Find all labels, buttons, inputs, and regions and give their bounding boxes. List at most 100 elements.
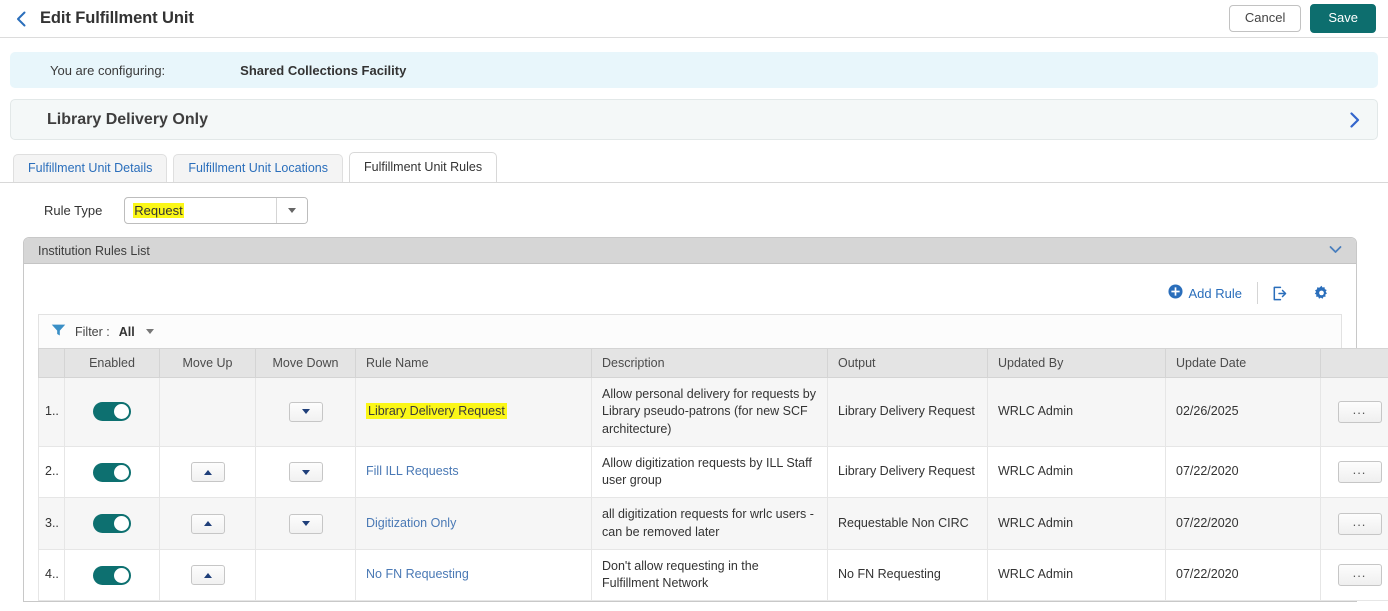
move-up-button[interactable] (191, 514, 225, 534)
row-enabled-cell (65, 498, 160, 550)
table-row[interactable]: 1.. Library Delivery Request Allow perso… (39, 378, 1388, 447)
toggle-knob (114, 465, 129, 480)
add-rule-label: Add Rule (1189, 286, 1242, 301)
row-description: Don't allow requesting in the Fulfillmen… (592, 549, 828, 601)
row-output: Requestable Non CIRC (828, 498, 988, 550)
row-index: 2.. (39, 446, 65, 498)
row-output: No FN Requesting (828, 549, 988, 601)
row-actions-button[interactable]: ... (1338, 513, 1382, 535)
top-bar-actions: Cancel Save (1229, 4, 1376, 34)
enabled-toggle[interactable] (93, 402, 131, 421)
rules-panel-wrap: Institution Rules List (0, 224, 1388, 602)
table-row[interactable]: 2.. Fill ILL Requests All (39, 446, 1388, 498)
row-actions-cell: ... (1321, 498, 1388, 550)
rule-type-label: Rule Type (44, 203, 102, 218)
rule-name-link[interactable]: No FN Requesting (366, 567, 469, 581)
row-rule-name-cell: Library Delivery Request (356, 378, 592, 447)
chevron-left-icon[interactable] (8, 6, 34, 32)
config-banner-value: Shared Collections Facility (240, 63, 406, 78)
toggle-knob (114, 516, 129, 531)
move-up-button[interactable] (191, 462, 225, 482)
column-header-index (39, 349, 65, 378)
enabled-toggle[interactable] (93, 566, 131, 585)
row-actions-button[interactable]: ... (1338, 564, 1382, 586)
rules-toolbar: Add Rule (38, 274, 1342, 312)
triangle-down-icon (302, 409, 310, 414)
cancel-button[interactable]: Cancel (1229, 5, 1301, 33)
table-row[interactable]: 4.. No FN Requesting Don't allow request… (39, 549, 1388, 601)
institution-rules-panel: Institution Rules List (23, 237, 1357, 602)
move-down-button[interactable] (289, 402, 323, 422)
config-banner-wrap: You are configuring: Shared Collections … (0, 38, 1388, 88)
row-update-date: 07/22/2020 (1166, 446, 1321, 498)
rule-name-link[interactable]: Fill ILL Requests (366, 464, 459, 478)
gear-icon[interactable] (1300, 285, 1342, 302)
row-enabled-cell (65, 446, 160, 498)
row-move-up-cell (160, 446, 256, 498)
fulfillment-unit-accordion[interactable]: Library Delivery Only (10, 99, 1378, 140)
row-output: Library Delivery Request (828, 446, 988, 498)
save-button[interactable]: Save (1310, 4, 1376, 34)
filter-value[interactable]: All (119, 325, 135, 339)
row-move-down-cell (256, 378, 356, 447)
tab-fulfillment-unit-locations[interactable]: Fulfillment Unit Locations (173, 154, 343, 182)
rule-type-selected-text: Request (133, 203, 183, 218)
rule-name-link[interactable]: Digitization Only (366, 516, 456, 530)
rule-name-link[interactable]: Library Delivery Request (366, 403, 507, 419)
row-enabled-cell (65, 378, 160, 447)
row-updated-by: WRLC Admin (988, 378, 1166, 447)
column-header-output: Output (828, 349, 988, 378)
panel-title: Institution Rules List (38, 244, 150, 258)
row-update-date: 07/22/2020 (1166, 498, 1321, 550)
column-header-move-up: Move Up (160, 349, 256, 378)
row-output: Library Delivery Request (828, 378, 988, 447)
filter-row: Filter : All (38, 314, 1342, 348)
row-description: Allow personal delivery for requests by … (592, 378, 828, 447)
column-header-update-date: Update Date (1166, 349, 1321, 378)
enabled-toggle[interactable] (93, 463, 131, 482)
rule-type-select[interactable]: Request (124, 197, 308, 224)
table-header-row: Enabled Move Up Move Down Rule Name Desc… (39, 349, 1388, 378)
filter-icon[interactable] (51, 323, 66, 340)
tab-fulfillment-unit-rules[interactable]: Fulfillment Unit Rules (349, 152, 497, 182)
tab-fulfillment-unit-details[interactable]: Fulfillment Unit Details (13, 154, 167, 182)
row-description: Allow digitization requests by ILL Staff… (592, 446, 828, 498)
row-actions-button[interactable]: ... (1338, 461, 1382, 483)
column-header-actions (1321, 349, 1388, 378)
row-enabled-cell (65, 549, 160, 601)
row-actions-cell: ... (1321, 446, 1388, 498)
row-index: 3.. (39, 498, 65, 550)
institution-rules-panel-body: Add Rule (24, 264, 1356, 601)
rule-type-row: Rule Type Request (0, 183, 1388, 224)
triangle-up-icon (204, 573, 212, 578)
row-rule-name-cell: Digitization Only (356, 498, 592, 550)
triangle-up-icon (204, 470, 212, 475)
chevron-down-icon[interactable] (1329, 245, 1342, 257)
enabled-toggle[interactable] (93, 514, 131, 533)
row-move-down-cell (256, 446, 356, 498)
table-row[interactable]: 3.. Digitization Only all (39, 498, 1388, 550)
row-update-date: 07/22/2020 (1166, 549, 1321, 601)
triangle-down-icon (302, 470, 310, 475)
row-updated-by: WRLC Admin (988, 498, 1166, 550)
chevron-right-icon[interactable] (1348, 111, 1361, 129)
column-header-description: Description (592, 349, 828, 378)
export-icon[interactable] (1258, 285, 1300, 302)
move-down-button[interactable] (289, 514, 323, 534)
rule-type-dropdown-button[interactable] (276, 198, 307, 223)
page-title: Edit Fulfillment Unit (40, 9, 194, 28)
move-up-button[interactable] (191, 565, 225, 585)
institution-rules-panel-header[interactable]: Institution Rules List (24, 238, 1356, 264)
row-actions-button[interactable]: ... (1338, 401, 1382, 423)
move-down-button[interactable] (289, 462, 323, 482)
config-banner-label: You are configuring: (50, 63, 165, 78)
column-header-move-down: Move Down (256, 349, 356, 378)
chevron-down-icon[interactable] (146, 329, 154, 334)
row-actions-cell: ... (1321, 549, 1388, 601)
rules-table-body: 1.. Library Delivery Request Allow perso… (39, 378, 1388, 601)
row-update-date: 02/26/2025 (1166, 378, 1321, 447)
add-rule-button[interactable]: Add Rule (1168, 284, 1257, 302)
triangle-up-icon (204, 521, 212, 526)
chevron-down-icon (288, 208, 296, 213)
row-move-down-cell (256, 549, 356, 601)
